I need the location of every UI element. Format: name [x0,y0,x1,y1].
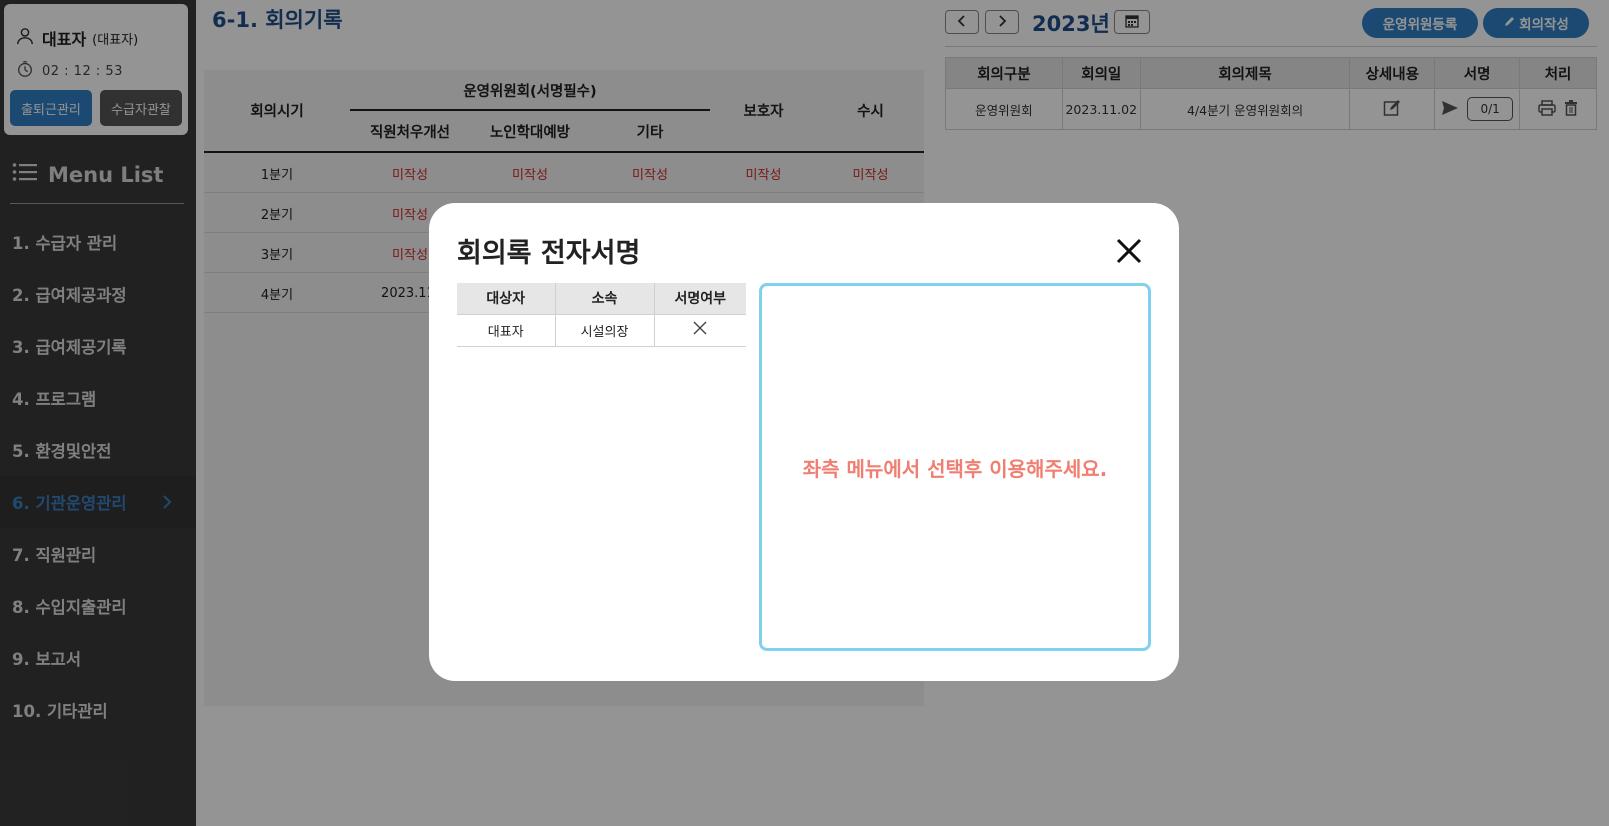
signer-name: 대표자 [457,313,556,347]
signature-placeholder-message: 좌측 메뉴에서 선택후 이용해주세요. [802,456,1108,481]
header-signed-status: 서명여부 [653,283,746,315]
signer-table: 대상자 소속 서명여부 대표자 시설의장 [457,283,746,347]
signer-table-header: 대상자 소속 서명여부 [457,283,746,315]
close-icon[interactable] [1115,237,1143,265]
signer-affiliation: 시설의장 [554,313,655,347]
signer-row[interactable]: 대표자 시설의장 [457,313,746,347]
header-target: 대상자 [457,283,556,315]
modal-title: 회의록 전자서명 [457,238,641,269]
signature-area[interactable]: 좌측 메뉴에서 선택후 이용해주세요. [759,283,1151,651]
unsigned-icon [653,313,746,347]
header-affiliation: 소속 [554,283,655,315]
e-signature-modal: 회의록 전자서명 대상자 소속 서명여부 대표자 시설의장 좌측 메뉴에서 선택… [429,203,1179,681]
